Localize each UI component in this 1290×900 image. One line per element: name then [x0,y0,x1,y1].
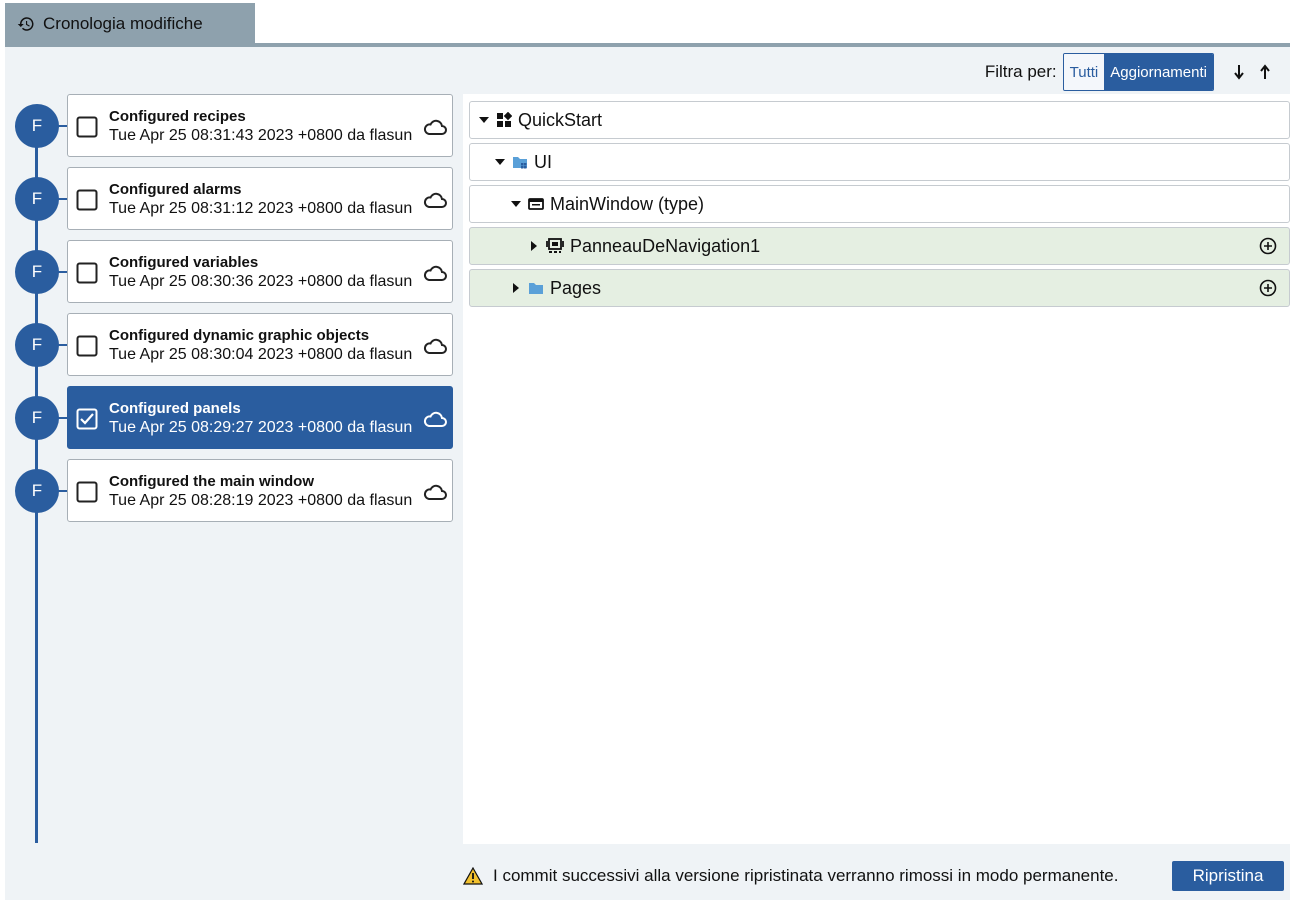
added-plus-icon [1259,279,1277,297]
commit-title: Configured recipes [109,108,246,125]
author-avatar: F [15,469,59,513]
commit-card[interactable]: Configured panels Tue Apr 25 08:29:27 20… [67,386,453,449]
restore-button[interactable]: Ripristina [1172,861,1284,891]
tree-node[interactable]: MainWindow (type) [469,185,1290,223]
tree-node[interactable]: UI [469,143,1290,181]
commit-title: Configured dynamic graphic objects [109,327,370,344]
history-icon [17,15,35,33]
author-avatar: F [15,104,59,148]
cloud-icon [423,338,447,354]
restore-warning: I commit successivi alla versione ripris… [463,861,1118,891]
filter-all-button[interactable]: Tutti [1063,54,1105,90]
tree-node[interactable]: Pages [469,269,1290,307]
project-icon [496,112,512,128]
checkbox-icon[interactable] [76,481,98,503]
checkbox-icon[interactable] [76,116,98,138]
arrow-up-icon [1260,64,1270,79]
history-panel: Filtra per: Tutti Aggiornamenti F Config… [5,47,1290,900]
tree-node-label: UI [534,151,552,172]
change-tree: QuickStart UI MainWindow (type) PanneauD… [463,94,1290,844]
commit-meta: Tue Apr 25 08:30:36 2023 +0800 da flasun [109,273,413,290]
commit-card[interactable]: Configured recipes Tue Apr 25 08:31:43 2… [67,94,453,157]
filter-label: Filtra per: [984,62,1057,81]
navigation-panel-icon [546,238,564,254]
caret-down-icon[interactable] [494,156,506,168]
sort-ascending-button[interactable] [1254,60,1276,84]
cloud-icon [423,484,447,500]
commit-meta: Tue Apr 25 08:30:04 2023 +0800 da flasun [109,346,413,363]
commit-meta: Tue Apr 25 08:29:27 2023 +0800 da flasun [109,419,413,436]
commit-item: F Configured the main window Tue Apr 25 … [5,459,465,523]
caret-right-icon[interactable] [510,282,522,294]
commit-item: F Configured alarms Tue Apr 25 08:31:12 … [5,167,465,231]
commit-title: Configured alarms [109,181,242,198]
commit-item: F Configured dynamic graphic objects Tue… [5,313,465,377]
tree-node[interactable]: PanneauDeNavigation1 [469,227,1290,265]
tree-node-label: PanneauDeNavigation1 [570,235,761,256]
checkbox-icon[interactable] [76,335,98,357]
author-avatar: F [15,250,59,294]
tab-title: Cronologia modifiche [43,14,203,33]
commit-item: F Configured panels Tue Apr 25 08:29:27 … [5,386,465,450]
commit-card[interactable]: Configured alarms Tue Apr 25 08:31:12 20… [67,167,453,230]
commit-card[interactable]: Configured variables Tue Apr 25 08:30:36… [67,240,453,303]
caret-right-icon[interactable] [528,240,540,252]
tab-bar: Cronologia modifiche [0,0,1290,48]
filter-toggle: Tutti Aggiornamenti [1062,53,1214,91]
window-icon [528,196,544,212]
checkbox-checked-icon[interactable] [76,408,98,430]
folder-icon [528,280,544,296]
filter-bar: Filtra per: Tutti Aggiornamenti [985,53,1276,91]
caret-down-icon[interactable] [478,114,490,126]
commit-item: F Configured variables Tue Apr 25 08:30:… [5,240,465,304]
cloud-icon [423,265,447,281]
author-avatar: F [15,323,59,367]
sort-descending-button[interactable] [1228,60,1250,84]
added-plus-icon [1259,237,1277,255]
commit-title: Configured panels [109,400,241,417]
commit-card[interactable]: Configured the main window Tue Apr 25 08… [67,459,453,522]
cloud-icon [423,192,447,208]
warning-text: I commit successivi alla versione ripris… [493,866,1119,885]
caret-down-icon[interactable] [510,198,522,210]
commit-meta: Tue Apr 25 08:31:43 2023 +0800 da flasun [109,127,413,144]
checkbox-icon[interactable] [76,262,98,284]
author-avatar: F [15,177,59,221]
arrow-down-icon [1234,65,1244,80]
commit-card[interactable]: Configured dynamic graphic objects Tue A… [67,313,453,376]
commit-title: Configured variables [109,254,259,271]
commit-title: Configured the main window [109,473,314,490]
checkbox-icon[interactable] [76,189,98,211]
commit-meta: Tue Apr 25 08:31:12 2023 +0800 da flasun [109,200,413,217]
tree-node-label: QuickStart [518,109,603,130]
cloud-icon [423,411,447,427]
author-avatar: F [15,396,59,440]
cloud-icon [423,119,447,135]
warning-icon [463,867,483,885]
commit-meta: Tue Apr 25 08:28:19 2023 +0800 da flasun [109,492,413,509]
filter-updates-button[interactable]: Aggiornamenti [1104,54,1213,90]
ui-folder-icon [512,154,528,170]
commit-item: F Configured recipes Tue Apr 25 08:31:43… [5,94,465,158]
tree-node-label: MainWindow (type) [550,193,705,214]
tree-node-label: Pages [550,277,602,298]
tab-change-history[interactable]: Cronologia modifiche [5,3,255,45]
tree-node[interactable]: QuickStart [469,101,1290,139]
